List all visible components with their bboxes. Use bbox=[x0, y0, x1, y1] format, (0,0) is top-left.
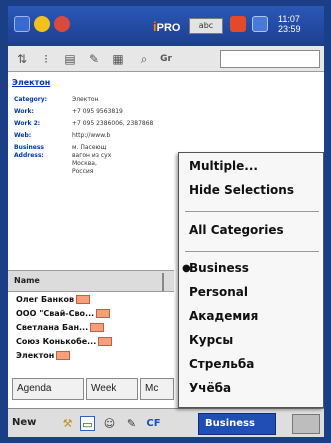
connectivity-icon[interactable] bbox=[230, 16, 246, 32]
list-item[interactable]: Светлана Бан... bbox=[8, 321, 174, 335]
detail-row: Address: вагон из сух bbox=[14, 152, 112, 159]
list-item[interactable]: ООО "Свай-Сво... bbox=[8, 307, 174, 321]
contact-list: Олег Банков ООО "Свай-Сво... Светлана Ба… bbox=[8, 293, 174, 363]
search-icon[interactable]: ⌕ bbox=[136, 51, 152, 67]
category-swatch bbox=[56, 351, 71, 360]
menu-item-multiple[interactable]: Multiple... bbox=[189, 159, 258, 173]
tab-week[interactable]: Week bbox=[86, 378, 138, 400]
menu-item-personal[interactable]: Personal bbox=[189, 285, 248, 299]
go-icon[interactable]: Gr bbox=[158, 51, 174, 67]
bottom-command-bar: New ⚒ ▭ ☺ ✎ CF Business bbox=[8, 408, 324, 437]
menu-item-business[interactable]: Business bbox=[189, 261, 249, 275]
list-item[interactable]: Союз Конькобе... bbox=[8, 335, 174, 349]
category-swatch bbox=[96, 309, 111, 318]
detail-row: Work: +7 095 9563819 bbox=[14, 108, 123, 115]
contact-icon[interactable]: ☺ bbox=[102, 416, 117, 431]
category-swatch bbox=[90, 323, 105, 332]
detail-row: Work 2: +7 095 2386006, 2387868 bbox=[14, 120, 154, 127]
card-view-icon[interactable]: ▭ bbox=[80, 416, 95, 431]
status-bar: iPRO abc 11:07 23:59 bbox=[8, 6, 324, 46]
list-item[interactable]: Олег Банков bbox=[8, 293, 174, 307]
category-swatch bbox=[76, 295, 91, 304]
sound-icon[interactable] bbox=[252, 16, 268, 32]
detail-row: Москва, bbox=[72, 160, 97, 167]
toolbar: ⇅ ⁝ ▤ ✎ ▦ ⌕ Gr bbox=[8, 46, 324, 72]
clock[interactable]: 11:07 23:59 bbox=[278, 14, 301, 34]
edit-icon[interactable]: ✎ bbox=[86, 51, 102, 67]
smiley-icon bbox=[34, 16, 50, 32]
menu-item-hide-selections[interactable]: Hide Selections bbox=[189, 183, 294, 197]
menu-item-category[interactable]: Курсы bbox=[189, 333, 233, 347]
menu-item-category[interactable]: Академия bbox=[189, 309, 258, 323]
tools-icon[interactable]: ⚒ bbox=[60, 416, 75, 431]
device-screen: iPRO abc 11:07 23:59 ⇅ ⁝ ▤ ✎ ▦ ⌕ Gr Элек… bbox=[8, 6, 324, 437]
menu-separator bbox=[185, 211, 319, 212]
list-header[interactable]: Name bbox=[8, 270, 174, 292]
ipro-logo: iPRO bbox=[153, 19, 181, 34]
app-icon bbox=[54, 16, 70, 32]
contact-name-link[interactable]: Электон bbox=[12, 78, 50, 87]
column-divider[interactable] bbox=[162, 273, 164, 291]
name-column-header[interactable]: Name bbox=[14, 276, 40, 285]
input-language-indicator[interactable]: abc bbox=[189, 18, 223, 34]
menu-item-category[interactable]: Стрельба bbox=[189, 357, 254, 371]
detail-row: Web: http://www.b bbox=[14, 132, 111, 139]
sort-icon[interactable]: ⇅ bbox=[14, 51, 30, 67]
tab-month[interactable]: Mc bbox=[140, 378, 174, 400]
menu-separator bbox=[185, 251, 319, 252]
filter-icon[interactable]: ⁝ bbox=[38, 51, 54, 67]
edit-icon[interactable]: ✎ bbox=[124, 416, 139, 431]
input-panel-button[interactable] bbox=[292, 414, 320, 434]
category-swatch bbox=[98, 337, 113, 346]
detail-row: Россия bbox=[72, 168, 94, 175]
detail-row: Business м. Пасеющ bbox=[14, 144, 107, 151]
new-button[interactable]: New bbox=[12, 417, 36, 428]
category-dropdown-menu: Multiple... Hide Selections All Categori… bbox=[178, 152, 324, 408]
menu-item-all-categories[interactable]: All Categories bbox=[189, 223, 284, 237]
menu-item-category[interactable]: Учёба bbox=[189, 381, 231, 395]
document-icon[interactable]: ▤ bbox=[62, 51, 78, 67]
start-menu-icon[interactable] bbox=[14, 16, 30, 32]
search-input[interactable] bbox=[220, 50, 320, 68]
list-item[interactable]: Электон bbox=[8, 349, 174, 363]
tab-agenda[interactable]: Agenda bbox=[12, 378, 84, 400]
category-filter-icon[interactable]: CF bbox=[146, 416, 161, 431]
detail-row: Category: Электон bbox=[14, 96, 99, 103]
view-icon[interactable]: ▦ bbox=[110, 51, 126, 67]
category-selector-button[interactable]: Business bbox=[198, 413, 276, 435]
